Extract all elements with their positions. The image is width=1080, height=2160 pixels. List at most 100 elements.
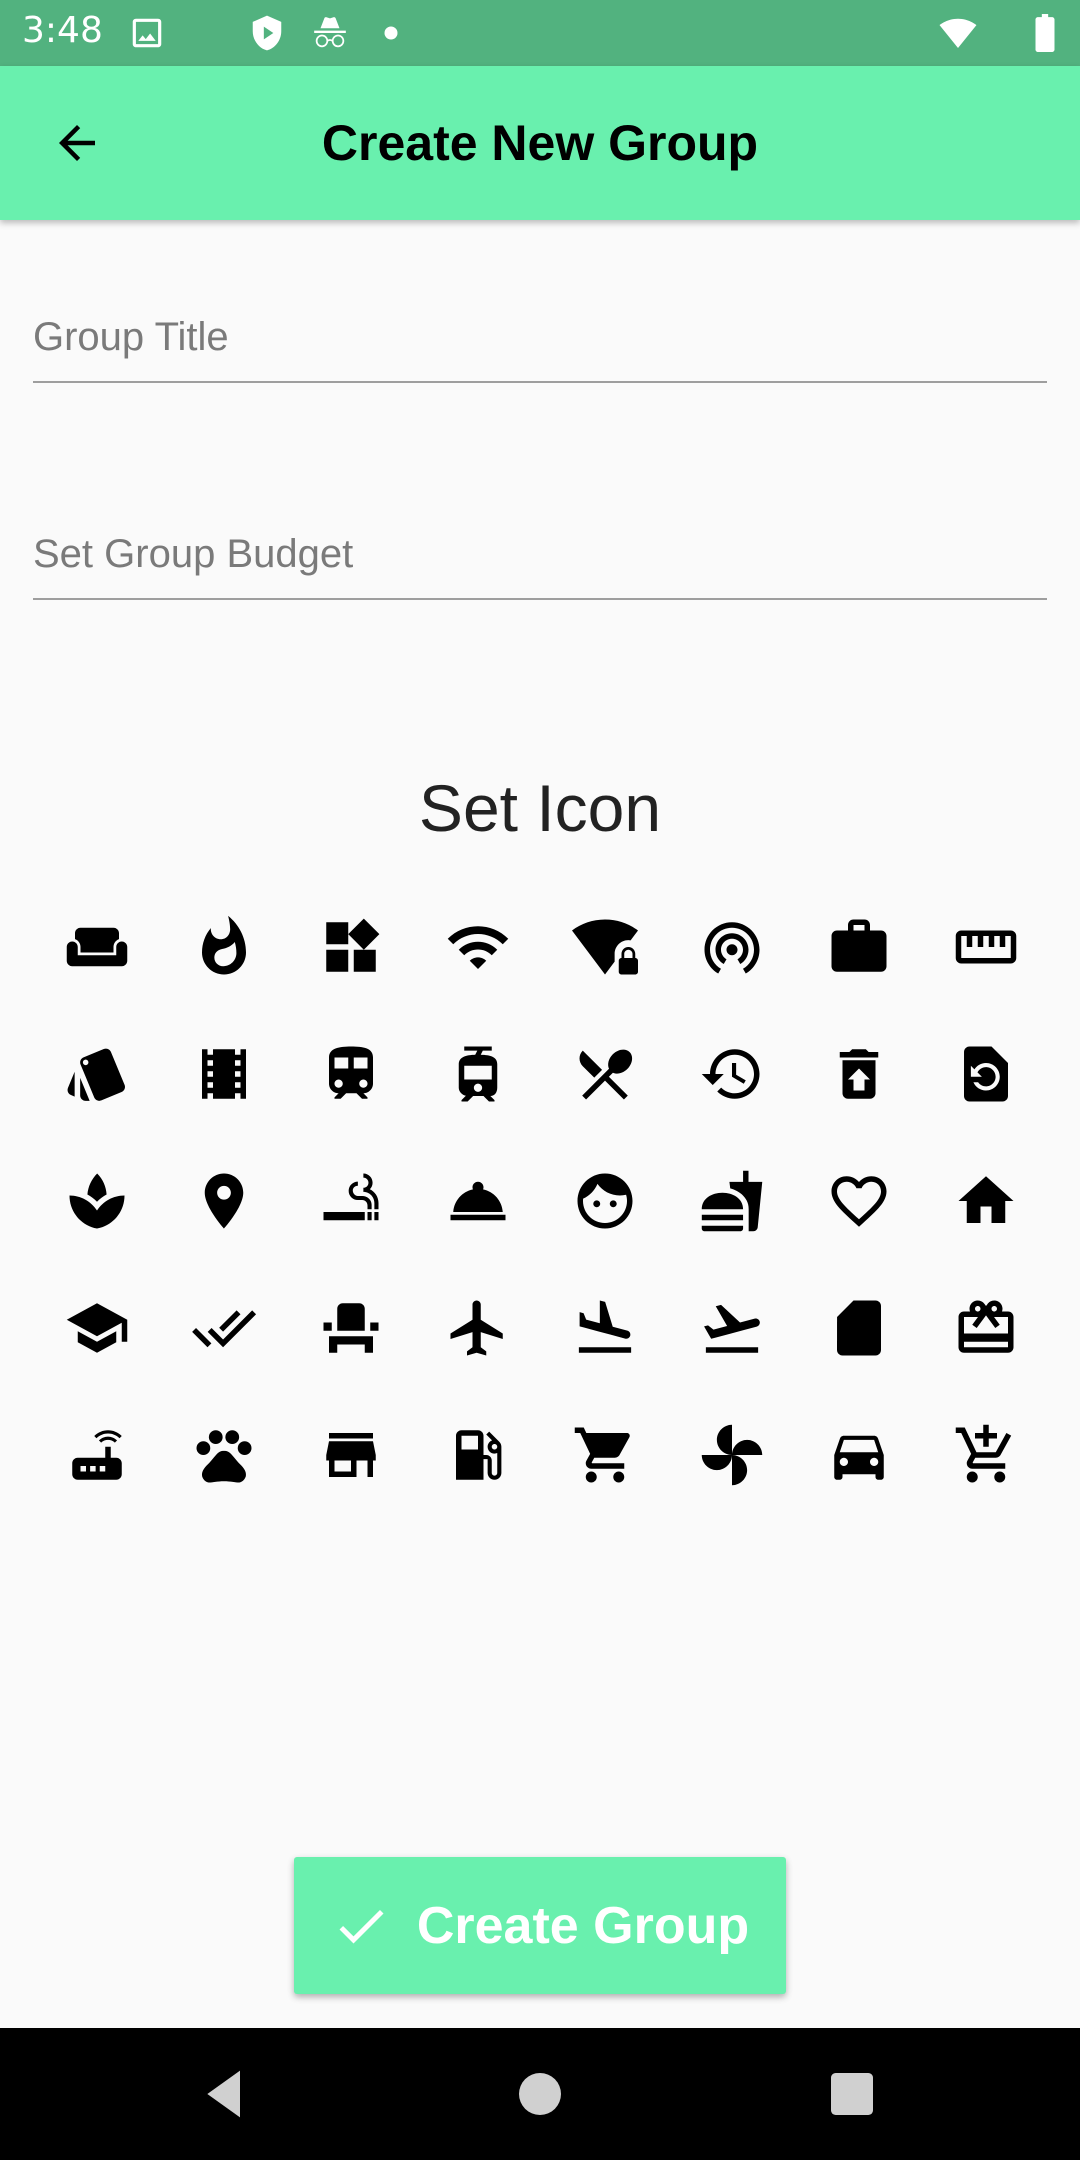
icon-option[interactable] [414,1391,541,1518]
icon-option[interactable] [922,883,1049,1010]
home-icon [958,1175,1013,1223]
icon-option[interactable] [668,1137,795,1264]
icon-option[interactable] [795,1264,922,1391]
icon-option[interactable] [414,883,541,1010]
wifi-icon [936,14,980,52]
icon-option[interactable] [287,1137,414,1264]
icon-option[interactable] [414,1010,541,1137]
group-budget-input[interactable] [33,500,1047,598]
group-title-field[interactable] [33,283,1047,383]
restore-icon [701,1048,759,1099]
icon-option[interactable] [541,1010,668,1137]
school-icon [66,1302,127,1353]
style-icon [67,1048,125,1101]
whatshot-icon [201,915,246,974]
back-triangle-icon [207,2070,240,2118]
icon-option[interactable] [668,1391,795,1518]
tram-icon [458,1046,497,1101]
icon-option[interactable] [668,1010,795,1137]
wifi-lock-icon [571,919,638,974]
image-icon [128,14,166,52]
router-icon [71,1429,122,1480]
home-circle-icon [519,2073,561,2115]
shield-play-icon [248,14,286,52]
icon-option[interactable] [160,1391,287,1518]
flight-land-icon [578,1300,631,1353]
icon-option[interactable] [33,1010,160,1137]
favorite-border-icon [831,1175,886,1227]
wifi-tethering-icon [704,921,759,974]
nav-home-button[interactable] [512,2066,568,2122]
wifi-icon [447,925,508,969]
recents-square-icon [831,2073,873,2115]
spa-icon [69,1173,124,1228]
icon-option[interactable] [922,1264,1049,1391]
icon-grid [33,883,1049,1518]
status-bar: 3:48 [0,0,1080,66]
set-icon-heading: Set Icon [418,771,662,845]
restore-from-trash-icon [839,1048,878,1099]
icon-option[interactable] [541,883,668,1010]
icon-option[interactable] [287,1264,414,1391]
icon-option[interactable] [287,1391,414,1518]
icon-option[interactable] [33,1264,160,1391]
page-title: Create New Group [321,115,759,171]
icon-option[interactable] [160,1264,287,1391]
icon-option[interactable] [287,883,414,1010]
icon-option[interactable] [541,1137,668,1264]
system-nav-bar [0,2028,1080,2160]
icon-option[interactable] [160,1010,287,1137]
nav-recents-button[interactable] [824,2066,880,2122]
icon-option[interactable] [541,1391,668,1518]
icon-option[interactable] [414,1264,541,1391]
restaurant-icon [579,1049,632,1100]
create-group-button[interactable]: Create Group [294,1857,786,1994]
straighten-icon [955,930,1016,963]
movie-icon [201,1048,246,1099]
store-icon [325,1432,376,1477]
icon-option[interactable] [541,1264,668,1391]
status-time: 3:48 [22,10,103,51]
card-giftcard-icon [958,1300,1013,1353]
icon-option[interactable] [287,1010,414,1137]
work-icon [831,919,886,972]
check-icon [339,1909,384,1943]
app-bar: Create New Group [0,66,1080,220]
pets-icon [196,1429,251,1483]
widgets-icon [325,918,379,972]
weekend-icon [66,927,127,966]
icon-option[interactable] [922,1010,1049,1137]
icon-option[interactable] [668,883,795,1010]
sd-card-icon [836,1300,881,1355]
icon-option[interactable] [160,1137,287,1264]
group-budget-field[interactable] [33,500,1047,600]
icon-option[interactable] [160,883,287,1010]
restore-page-icon [963,1046,1008,1101]
dot-icon [378,14,404,52]
icon-option[interactable] [795,1391,922,1518]
face-icon [577,1173,632,1228]
shopping-cart-icon [574,1427,630,1482]
icon-option[interactable] [795,1010,922,1137]
icon-option[interactable] [795,883,922,1010]
incognito-icon [308,14,352,52]
icon-option[interactable] [922,1137,1049,1264]
directions-car-icon [833,1435,884,1480]
place-icon [204,1173,243,1228]
local-gas-station-icon [455,1429,501,1480]
icon-option[interactable] [795,1137,922,1264]
icon-option[interactable] [33,883,160,1010]
icon-option[interactable] [414,1137,541,1264]
room-service-icon [450,1181,505,1220]
icon-option[interactable] [33,1137,160,1264]
icon-option[interactable] [33,1391,160,1518]
toys-icon [701,1424,762,1485]
group-title-input[interactable] [33,283,1047,381]
fastfood-icon [701,1170,762,1231]
done-all-icon [191,1309,256,1347]
train-icon [328,1046,373,1099]
create-group-label: Create Group [416,1896,750,1955]
nav-back-button[interactable] [198,2066,254,2122]
icon-option[interactable] [668,1264,795,1391]
icon-option[interactable] [922,1391,1049,1518]
